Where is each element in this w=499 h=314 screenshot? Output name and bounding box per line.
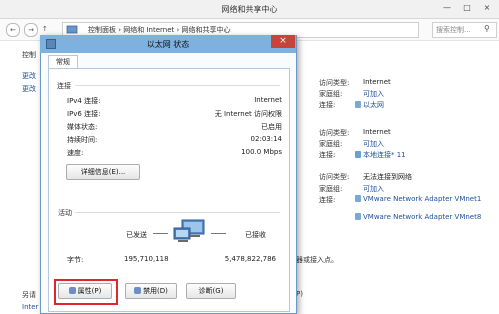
control-panel-icon xyxy=(66,25,80,34)
wireless-connection-link[interactable]: 本地连接* 11 xyxy=(355,150,406,160)
duration-label: 持续时间: xyxy=(67,136,98,144)
media-state-value: 已启用 xyxy=(261,123,282,131)
dialog-close-button[interactable]: × xyxy=(271,35,295,48)
activity-section-heading: 活动 xyxy=(58,209,72,217)
speed-label: 速度: xyxy=(67,149,84,157)
vmnet8-text: VMware Network Adapter VMnet8 xyxy=(363,213,482,221)
maximize-button[interactable]: □ xyxy=(458,2,476,14)
access-type-value: Internet xyxy=(363,78,391,86)
internet-options-link[interactable]: Inter xyxy=(22,303,38,311)
sent-label: 已发送 xyxy=(126,231,147,239)
details-button[interactable]: 详细信息(E)... xyxy=(66,164,140,180)
homegroup-link[interactable]: 可加入 xyxy=(363,184,384,194)
access-type-label: 访问类型: xyxy=(319,79,350,87)
see-also-heading: 另请 xyxy=(22,291,36,299)
ipv4-label: IPv4 连接: xyxy=(67,97,101,105)
up-arrow-icon[interactable]: ↑ xyxy=(42,25,48,33)
homegroup-label: 家庭组: xyxy=(319,90,343,98)
vmnet8-connection-link[interactable]: VMware Network Adapter VMnet8 xyxy=(355,213,493,221)
dialog-title: 以太网 状态 xyxy=(146,40,190,49)
connections-label: 连接: xyxy=(319,101,336,109)
connections-label: 连接: xyxy=(319,151,336,159)
wireless-signal-icon xyxy=(355,151,361,158)
disable-button-label: 禁用(D) xyxy=(143,287,168,295)
access-type-label: 访问类型: xyxy=(319,173,350,181)
sidebar-link-2[interactable]: 更改 xyxy=(22,84,36,94)
address-path: 控制面板 › 网络和 Internet › 网络和共享中心 xyxy=(88,26,231,34)
divider xyxy=(75,85,280,86)
diagnose-button[interactable]: 诊断(G) xyxy=(186,283,236,299)
back-arrow-icon[interactable]: ← xyxy=(6,23,20,37)
window-title: 网络和共享中心 xyxy=(221,5,278,14)
tab-general[interactable]: 常规 xyxy=(48,55,78,69)
sidebar-link-1[interactable]: 更改 xyxy=(22,71,36,81)
shield-icon xyxy=(68,287,76,294)
properties-button-label: 属性(P) xyxy=(77,287,102,295)
sidebar-home-link[interactable]: 控制 xyxy=(22,50,36,60)
connections-label: 连接: xyxy=(319,196,336,204)
homegroup-label: 家庭组: xyxy=(319,185,343,193)
search-icon[interactable]: ⚲ xyxy=(484,24,490,33)
shield-icon xyxy=(134,287,142,294)
bytes-received-value: 5,478,822,786 xyxy=(224,255,276,263)
ethernet-connection-link[interactable]: 以太网 xyxy=(355,100,384,110)
ipv6-label: IPv6 连接: xyxy=(67,110,101,118)
media-state-label: 媒体状态: xyxy=(67,123,98,131)
ethernet-connection-text: 以太网 xyxy=(363,101,384,109)
partial-text-line-2: P) xyxy=(296,290,303,298)
search-placeholder: 搜索控制... xyxy=(436,26,471,34)
ipv6-value: 无 Internet 访问权限 xyxy=(214,110,282,118)
access-type-value: 无法连接到网络 xyxy=(363,173,412,181)
disable-button[interactable]: 禁用(D) xyxy=(125,283,177,299)
wireless-connection-text: 本地连接* 11 xyxy=(363,151,406,159)
properties-button[interactable]: 属性(P) xyxy=(58,283,112,299)
vmnet1-connection-link[interactable]: VMware Network Adapter VMnet1 xyxy=(355,195,493,203)
received-label: 已接收 xyxy=(245,231,266,239)
access-type-value: Internet xyxy=(363,128,391,136)
vmnet1-text: VMware Network Adapter VMnet1 xyxy=(363,195,482,203)
homegroup-link[interactable]: 可加入 xyxy=(363,139,384,149)
adapter-icon xyxy=(355,195,361,202)
access-type-label: 访问类型: xyxy=(319,129,350,137)
ethernet-icon xyxy=(355,101,361,108)
forward-arrow-icon[interactable]: → xyxy=(24,23,38,37)
ipv4-value: Internet xyxy=(254,96,282,104)
partial-text-line: 器或接入点。 xyxy=(296,256,338,264)
network-computers-icon xyxy=(172,218,208,248)
bytes-label: 字节: xyxy=(67,256,84,264)
minimize-button[interactable]: — xyxy=(438,2,456,14)
divider xyxy=(75,212,280,213)
homegroup-label: 家庭组: xyxy=(319,140,343,148)
bytes-sent-value: 195,710,118 xyxy=(124,255,169,263)
close-window-button[interactable]: × xyxy=(478,2,496,14)
homegroup-link[interactable]: 可加入 xyxy=(363,89,384,99)
adapter-icon xyxy=(355,213,361,220)
received-line xyxy=(211,233,226,234)
duration-value: 02:03:14 xyxy=(250,135,282,143)
sent-line xyxy=(153,233,168,234)
speed-value: 100.0 Mbps xyxy=(241,148,282,156)
connection-section-heading: 连接 xyxy=(57,82,71,90)
